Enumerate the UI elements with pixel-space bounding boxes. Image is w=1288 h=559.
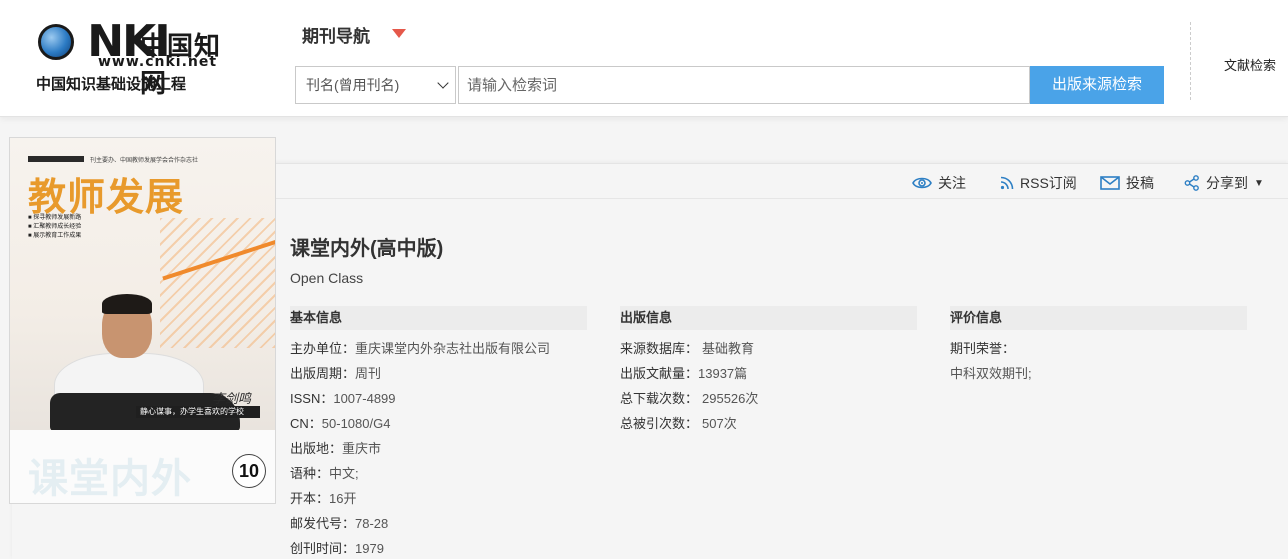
rss-subscribe-button[interactable]: RSS订阅 (1000, 173, 1077, 193)
field-label: CN： (290, 416, 322, 431)
field-value: 1007-4899 (333, 391, 396, 406)
field-issn: ISSN：1007-4899 (290, 390, 396, 408)
follow-label: 关注 (938, 175, 966, 191)
field-label: 主办单位： (290, 341, 356, 356)
field-honor-item: 中科双效期刊; (950, 365, 1032, 383)
field-value: 16开 (329, 491, 357, 506)
field-value: 中科双效期刊; (950, 366, 1032, 381)
section-heading-label: 评价信息 (950, 310, 1003, 325)
logo-url: www.cnki.net (98, 54, 218, 70)
journal-english-title: Open Class (290, 270, 364, 286)
field-value: 周刊 (355, 366, 382, 381)
field-citation-count: 总被引次数： 507次 (620, 415, 737, 433)
field-cn: CN：50-1080/G4 (290, 415, 390, 433)
field-sponsor: 主办单位：重庆课堂内外杂志社出版有限公司 (290, 340, 550, 358)
field-label: 开本： (290, 491, 330, 506)
field-value: 重庆市 (342, 441, 382, 456)
submit-label: 投稿 (1126, 175, 1154, 191)
field-label: 创刊时间： (290, 541, 356, 556)
field-value: 基础教育 (702, 341, 755, 356)
cover-caption: 静心谋事，办学生喜欢的学校 (140, 407, 244, 416)
logo-slogan: 中国知识基础设施工程 (36, 75, 187, 93)
rss-icon (1000, 176, 1014, 190)
globe-icon (38, 24, 74, 60)
field-value: 295526次 (702, 391, 759, 406)
cover-title: 教师发展 (28, 175, 185, 219)
share-label: 分享到 (1206, 175, 1248, 191)
search-input[interactable] (458, 66, 1030, 104)
field-value: 78-28 (355, 516, 389, 531)
field-article-count: 出版文献量：13937篇 (620, 365, 747, 383)
field-value: 1979 (355, 541, 384, 556)
submit-manuscript-button[interactable]: 投稿 (1100, 173, 1154, 193)
cover-bullet: ■ 探寻教师发展新路 (28, 215, 82, 221)
field-source-database: 来源数据库： 基础教育 (620, 340, 754, 358)
section-heading-label: 出版信息 (620, 310, 673, 325)
field-label: 出版地： (290, 441, 343, 456)
site-header: NKI 中国知网 www.cnki.net 中国知识基础设施工程 期刊导航 刊名… (0, 0, 1288, 117)
field-postal-code: 邮发代号：78-28 (290, 515, 388, 533)
caret-down-icon: ▼ (1254, 177, 1264, 189)
field-location: 出版地：重庆市 (290, 440, 381, 458)
cover-magazine-name: 课堂内外 (28, 456, 192, 502)
journal-nav-title[interactable]: 期刊导航 (302, 22, 370, 47)
field-value: 中文; (329, 466, 359, 481)
field-frequency: 出版周期：周刊 (290, 365, 381, 383)
section-heading-label: 基本信息 (290, 310, 343, 325)
cover-small-header: 刊主要办、中国教师发展学会合作杂志社 (90, 158, 199, 164)
chevron-down-icon (437, 77, 449, 89)
journal-cover-image: 刊主要办、中国教师发展学会合作杂志社 教师发展 ■ 探寻教师发展新路 ■ 汇聚教… (9, 137, 276, 504)
eye-icon (912, 177, 932, 189)
journal-title: 课堂内外(高中版) (290, 238, 444, 260)
field-value: 重庆课堂内外杂志社出版有限公司 (355, 341, 551, 356)
header-divider (1190, 22, 1191, 100)
field-download-count: 总下载次数： 295526次 (620, 390, 758, 408)
field-label: 邮发代号： (290, 516, 356, 531)
field-format: 开本：16开 (290, 490, 356, 508)
cover-decoration (160, 218, 275, 348)
rss-label: RSS订阅 (1020, 175, 1077, 191)
cover-signature: 李剑鸣 (212, 392, 252, 407)
field-value: 13937篇 (698, 366, 748, 381)
cover-issue-number: 10 (232, 454, 266, 488)
cover-bullets: ■ 探寻教师发展新路 ■ 汇聚教师成长经验 ■ 展示教育工作成果 (28, 214, 81, 241)
field-language: 语种：中文; (290, 465, 359, 483)
field-label: 出版周期： (290, 366, 356, 381)
field-label: ISSN： (290, 391, 334, 406)
share-button[interactable]: 分享到 ▼ (1184, 173, 1264, 193)
cover-bullet: ■ 展示教育工作成果 (28, 233, 82, 239)
share-icon (1184, 175, 1199, 191)
field-label: 总被引次数： (620, 416, 699, 431)
field-label: 期刊荣誉： (950, 341, 1016, 356)
caret-down-icon[interactable] (392, 29, 406, 38)
search-field-select-value: 刊名(曾用刊名) (306, 77, 400, 93)
field-label: 语种： (290, 466, 330, 481)
field-label: 总下载次数： (620, 391, 699, 406)
document-search-link[interactable]: 文献检索 (1224, 55, 1276, 74)
envelope-icon (1100, 176, 1120, 190)
cover-strip (28, 156, 84, 162)
field-label: 来源数据库： (620, 341, 699, 356)
field-value: 50-1080/G4 (321, 416, 391, 431)
field-label: 出版文献量： (620, 366, 699, 381)
section-publish-info-heading: 出版信息 (620, 306, 917, 330)
field-founded: 创刊时间：1979 (290, 540, 384, 558)
section-basic-info-heading: 基本信息 (290, 306, 587, 330)
cover-person (102, 294, 152, 314)
field-value: 507次 (702, 416, 737, 431)
cover-bullet: ■ 汇聚教师成长经验 (28, 224, 82, 230)
field-honors: 期刊荣誉： (950, 340, 1015, 358)
journal-toolbar: 关注 RSS订阅 投稿 分享到 ▼ (276, 165, 1288, 199)
search-field-select[interactable]: 刊名(曾用刊名) (295, 66, 456, 104)
follow-button[interactable]: 关注 (912, 173, 966, 193)
section-rating-info-heading: 评价信息 (950, 306, 1247, 330)
publication-source-search-button[interactable]: 出版来源检索 (1030, 66, 1164, 104)
cnki-logo[interactable]: NKI 中国知网 www.cnki.net 中国知识基础设施工程 (34, 18, 240, 100)
